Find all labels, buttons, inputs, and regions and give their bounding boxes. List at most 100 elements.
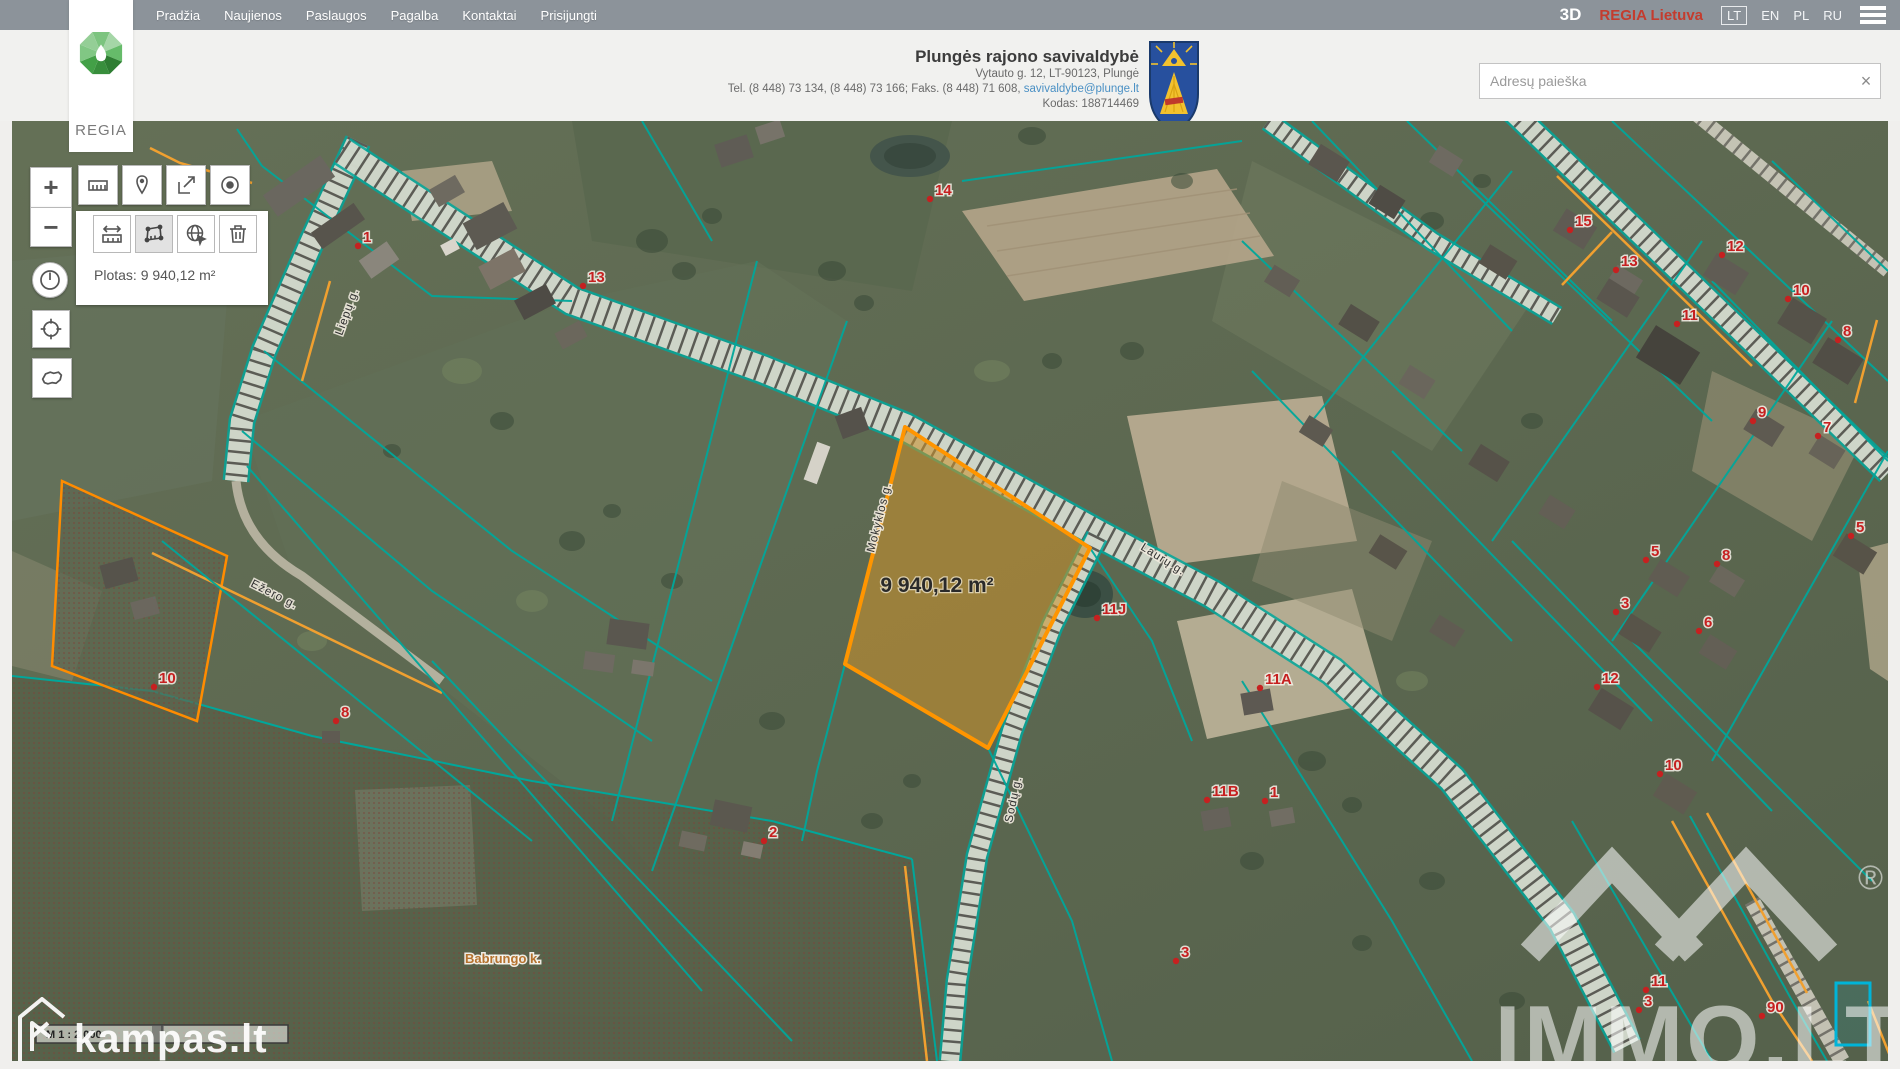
menu-item-pradzia[interactable]: Pradžia xyxy=(156,8,200,23)
measure-on-map-button[interactable] xyxy=(177,215,215,253)
parcel-number-label: 6 xyxy=(1704,614,1712,631)
parcel-number-dot xyxy=(355,243,361,249)
parcel-number-dot xyxy=(1613,609,1619,615)
map-pin-icon xyxy=(130,173,154,197)
share-export-icon xyxy=(174,173,198,197)
zoom-in-button[interactable]: + xyxy=(30,167,72,207)
regia-map-page: { "top_nav": { "menu": ["Pradžia", "Nauj… xyxy=(0,0,1900,1069)
address-search-box: × xyxy=(1479,63,1881,99)
parcel-number-dot xyxy=(1173,958,1179,964)
parcel-number-label: 10 xyxy=(159,670,176,687)
map-toolbar xyxy=(78,165,250,205)
hamburger-menu-icon[interactable] xyxy=(1860,6,1886,24)
topbar-right-cluster: 3D REGIA Lietuva LT EN PL RU xyxy=(1560,0,1886,30)
time-slider-button[interactable] xyxy=(32,262,68,298)
regia-lietuva-link[interactable]: REGIA Lietuva xyxy=(1599,7,1703,24)
menu-item-pagalba[interactable]: Pagalba xyxy=(391,8,439,23)
contacts-text: Tel. (8 448) 73 134, (8 448) 73 166; Fak… xyxy=(728,83,1024,95)
municipality-info: Plungės rajono savivaldybė Vytauto g. 12… xyxy=(519,46,1139,112)
settlement-label: Babrungo k. xyxy=(465,951,541,966)
municipality-email-link[interactable]: savivaldybe@plunge.lt xyxy=(1024,83,1139,95)
menu-item-kontaktai[interactable]: Kontaktai xyxy=(462,8,516,23)
municipality-code: Kodas: 188714469 xyxy=(519,97,1139,112)
regia-logo-text: REGIA xyxy=(69,122,133,139)
address-search-input[interactable] xyxy=(1480,73,1852,89)
immo-logo-text: IMMO.LT xyxy=(1495,986,1888,1061)
parcel-number-dot xyxy=(1696,628,1702,634)
municipality-address: Vytauto g. 12, LT-90123, Plungė xyxy=(519,67,1139,82)
parcel-number-dot xyxy=(1815,433,1821,439)
measure-toolbar xyxy=(93,215,257,253)
parcel-number-label: 3 xyxy=(1181,944,1189,961)
measure-area-button[interactable] xyxy=(135,215,173,253)
parcel-number-label: 12 xyxy=(1602,670,1619,687)
parcel-number-dot xyxy=(1257,685,1263,691)
parcel-number-label: 8 xyxy=(341,704,349,721)
lang-ru[interactable]: RU xyxy=(1823,8,1842,23)
parcel-number-label: 3 xyxy=(1621,595,1629,612)
parcel-number-dot xyxy=(1094,615,1100,621)
parcel-number-dot xyxy=(1262,798,1268,804)
parcel-number-label: 2 xyxy=(769,824,777,841)
regia-logo[interactable]: REGIA xyxy=(69,0,133,152)
zoom-to-lithuania-button[interactable] xyxy=(32,358,72,398)
dial-icon xyxy=(38,268,62,292)
measure-tool-button[interactable] xyxy=(78,165,118,205)
parcel-number-dot xyxy=(1714,561,1720,567)
clear-measurement-button[interactable] xyxy=(219,215,257,253)
share-tool-button[interactable] xyxy=(166,165,206,205)
measure-distance-button[interactable] xyxy=(93,215,131,253)
mode-3d-button[interactable]: 3D xyxy=(1560,5,1582,25)
kampas-logo-text: kampas.lt xyxy=(74,1017,268,1061)
bottom-margin xyxy=(0,1061,1900,1069)
top-navigation-bar: Pradžia Naujienos Paslaugos Pagalba Kont… xyxy=(0,0,1900,30)
area-polygon-icon xyxy=(142,222,166,246)
parcel-number-dot xyxy=(1719,252,1725,258)
search-clear-icon[interactable]: × xyxy=(1852,64,1880,98)
parcel-number-dot xyxy=(1643,557,1649,563)
parcel-number-dot xyxy=(333,718,339,724)
parcel-number-label: 1 xyxy=(363,229,371,246)
aerial-map-canvas[interactable]: 9 940,12 m² Liepų g.Ežero g.Mokyklos g.L… xyxy=(12,121,1888,1061)
registered-mark: ® xyxy=(1858,859,1883,897)
parcel-number-label: 8 xyxy=(1722,547,1730,564)
marker-tool-button[interactable] xyxy=(122,165,162,205)
parcel-number-dot xyxy=(1204,797,1210,803)
crosshair-icon xyxy=(38,316,64,342)
parcel-number-dot xyxy=(927,196,933,202)
lang-pl[interactable]: PL xyxy=(1793,8,1809,23)
parcel-number-label: 12 xyxy=(1727,238,1744,255)
parcel-number-label: 15 xyxy=(1575,213,1592,230)
parcel-number-dot xyxy=(1785,296,1791,302)
parcel-number-label: 5 xyxy=(1651,543,1659,560)
parcel-number-label: 13 xyxy=(1621,253,1638,270)
lithuania-outline-icon xyxy=(38,364,66,392)
lang-lt[interactable]: LT xyxy=(1721,6,1747,25)
plus-icon: + xyxy=(43,172,58,203)
regia-gem-icon xyxy=(78,24,124,86)
parcel-number-dot xyxy=(151,684,157,690)
page-header: Plungės rajono savivaldybė Vytauto g. 12… xyxy=(0,30,1900,121)
municipality-name: Plungės rajono savivaldybė xyxy=(519,46,1139,67)
menu-item-prisijungti[interactable]: Prisijungti xyxy=(541,8,597,23)
parcel-number-dot xyxy=(1750,418,1756,424)
map-viewport[interactable]: 9 940,12 m² Liepų g.Ežero g.Mokyklos g.L… xyxy=(12,121,1888,1061)
lang-en[interactable]: EN xyxy=(1761,8,1779,23)
parcel-number-dot xyxy=(1594,684,1600,690)
main-menu: Pradžia Naujienos Paslaugos Pagalba Kont… xyxy=(156,0,597,30)
distance-ruler-icon xyxy=(100,222,124,246)
parcel-number-dot xyxy=(1613,267,1619,273)
ruler-icon xyxy=(86,173,110,197)
parcel-number-dot xyxy=(1674,321,1680,327)
parcel-number-dot xyxy=(1657,771,1663,777)
parcel-number-label: 10 xyxy=(1665,757,1682,774)
zoom-out-button[interactable]: − xyxy=(30,207,72,247)
menu-item-naujienos[interactable]: Naujienos xyxy=(224,8,282,23)
parcel-number-label: 11A xyxy=(1265,671,1292,688)
language-switcher: LT EN PL RU xyxy=(1721,6,1842,25)
menu-item-paslaugos[interactable]: Paslaugos xyxy=(306,8,367,23)
locate-me-button[interactable] xyxy=(32,310,70,348)
parcel-number-label: 9 xyxy=(1758,404,1766,421)
parcel-area-label: 9 940,12 m² xyxy=(880,574,993,597)
select-point-tool-button[interactable] xyxy=(210,165,250,205)
